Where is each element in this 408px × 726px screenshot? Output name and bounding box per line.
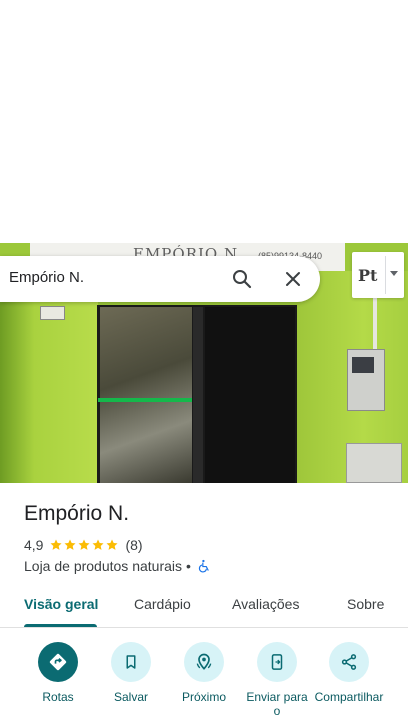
send-to-phone-button-circle[interactable] [257,642,297,682]
close-icon[interactable] [281,267,305,291]
door-green-stripe [98,398,192,402]
wall-left [0,271,98,483]
star-icon [78,539,91,550]
rating-stars [49,538,119,552]
tab-menu[interactable]: Cardápio [134,596,191,612]
star-icon [92,539,105,550]
bookmark-icon [126,655,136,669]
account-logo: Pt [358,266,378,285]
chevron-down-icon [390,271,398,276]
directions-button-circle[interactable] [38,642,78,682]
account-switcher[interactable]: Pt [352,252,404,298]
glass-door-left [100,307,192,483]
wheelchair-accessible-icon [198,559,209,573]
star-icon [106,539,119,550]
send-to-phone-label: Enviar para o [246,690,308,718]
search-icon[interactable] [230,267,254,291]
electric-meter-window [352,357,374,373]
nearby-button-circle[interactable] [184,642,224,682]
share-icon [341,654,357,670]
share-button[interactable]: Compartilhar [312,642,386,704]
send-to-phone-button[interactable]: Enviar para o [240,642,314,718]
account-divider [385,256,386,294]
place-tabs: Visão geral Cardápio Avaliações Sobre [0,588,408,628]
nearby-button[interactable]: Próximo [167,642,241,704]
search-input[interactable]: Empório N. [9,269,84,286]
category-separator: • [186,558,191,574]
save-label: Salvar [113,690,148,704]
map-area-blank [0,0,408,243]
place-title: Empório N. [24,502,130,525]
tab-about[interactable]: Sobre [347,596,384,612]
star-icon [50,539,63,550]
category-row: Loja de produtos naturais • [24,557,211,575]
review-count[interactable]: (8) [125,537,142,553]
tab-overview[interactable]: Visão geral [24,596,98,612]
save-button-circle[interactable] [111,642,151,682]
tab-reviews[interactable]: Avaliações [232,596,299,612]
share-button-circle[interactable] [329,642,369,682]
directions-button[interactable]: Rotas [21,642,95,704]
glass-door-right [205,307,295,483]
door-divider [193,307,203,483]
active-tab-indicator [24,624,97,627]
nearby-label: Próximo [181,690,226,704]
house-number-plate [40,306,65,320]
star-icon [64,539,77,550]
search-bar[interactable]: Empório N. [0,256,320,302]
utility-box [346,443,402,483]
place-category: Loja de produtos naturais [24,558,182,574]
directions-label: Rotas [42,690,74,704]
nearby-icon [196,653,212,670]
directions-icon [49,653,67,671]
share-label: Compartilhar [314,690,384,704]
rating-row[interactable]: 4,9 (8) [24,536,143,554]
rating-value: 4,9 [24,537,44,553]
send-to-phone-icon [271,654,283,670]
save-button[interactable]: Salvar [94,642,168,704]
